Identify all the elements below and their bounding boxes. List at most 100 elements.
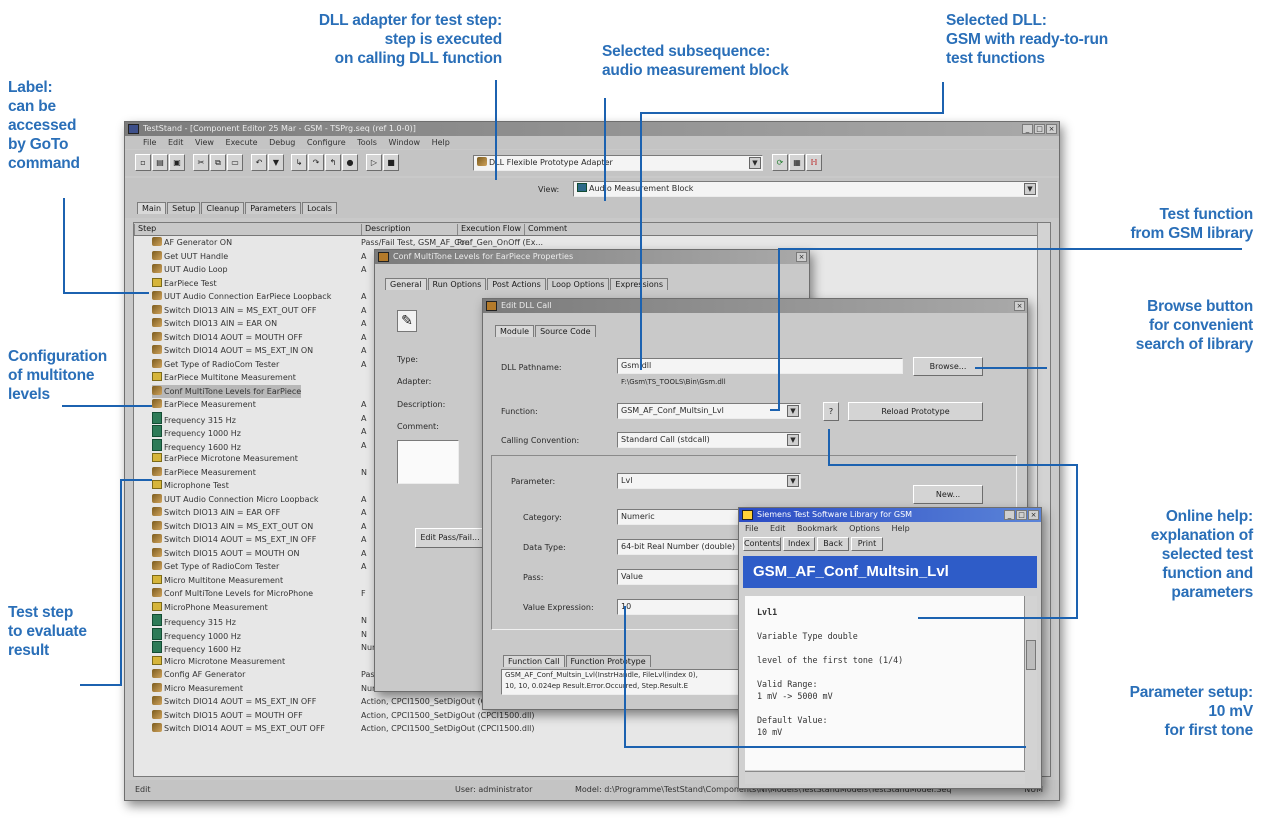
column-execution-flow[interactable]: Execution Flow [457,224,521,235]
menu-configure[interactable]: Configure [307,136,346,149]
calling-convention-select[interactable]: Standard Call (stdcall) ▼ [617,432,801,448]
column-description[interactable]: Description [361,224,411,235]
step-into-icon[interactable]: ↳ [291,154,307,171]
value-expression-field[interactable]: 10 [617,599,747,615]
tree-icon[interactable]: ℍ [806,154,822,171]
column-step[interactable]: Step [134,224,156,235]
pass-select[interactable]: Value [617,569,747,585]
cut-icon[interactable]: ✂ [193,154,209,171]
help-menu-file[interactable]: File [745,523,758,535]
close-icon[interactable]: × [796,252,807,262]
comment-field[interactable] [397,440,459,484]
function-select[interactable]: GSM_AF_Conf_Multsin_Lvl ▼ [617,403,801,419]
chevron-down-icon[interactable]: ▼ [787,434,799,446]
step-description: N [361,467,367,477]
edit-pass-fail-button[interactable]: Edit Pass/Fail... [415,528,485,548]
action-icon [152,709,162,719]
reload-prototype-button[interactable]: Reload Prototype [848,402,983,421]
menu-view[interactable]: View [195,136,214,149]
help-line [757,642,1013,654]
help-scrollbar[interactable] [1024,596,1037,770]
step-name: UUT Audio Loop [152,263,228,277]
tab-loop-options[interactable]: Loop Options [546,278,610,290]
close-icon[interactable]: × [1028,510,1039,520]
category-select[interactable]: Numeric [617,509,747,525]
adapter-select[interactable]: DLL Flexible Prototype Adapter ▼ [473,155,763,171]
menu-execute[interactable]: Execute [226,136,258,149]
paste-icon[interactable]: ▭ [227,154,243,171]
action-icon [152,237,162,246]
column-comment[interactable]: Comment [524,224,567,235]
menu-help[interactable]: Help [432,136,450,149]
tab-general[interactable]: General [385,278,427,290]
stop-icon[interactable]: ■ [383,154,399,171]
help-index-button[interactable]: Index [783,537,815,551]
dialog-icon [378,252,389,262]
help-body: Lvl1 Variable Type double level of the fir… [745,596,1025,770]
help-back-button[interactable]: Back [817,537,849,551]
tab-source-code[interactable]: Source Code [535,325,596,337]
chevron-down-icon[interactable]: ▼ [1024,183,1036,195]
minimize-icon[interactable]: _ [1004,510,1015,520]
dialog-icon [486,301,497,311]
function-help-button[interactable]: ? [823,402,839,421]
help-menu-options[interactable]: Options [849,523,880,535]
view-select[interactable]: Audio Measurement Block ▼ [573,181,1038,197]
browse-button[interactable]: Browse... [913,357,983,376]
close-icon[interactable]: × [1046,124,1057,134]
undo-icon[interactable]: ↶ [251,154,267,171]
tab-locals[interactable]: Locals [302,202,337,214]
leader-parameter-h [624,746,1026,748]
help-menu-bookmark[interactable]: Bookmark [797,523,838,535]
menu-debug[interactable]: Debug [269,136,295,149]
data-type-select[interactable]: 64-bit Real Number (double) [617,539,747,555]
menu-tools[interactable]: Tools [357,136,377,149]
chevron-down-icon[interactable]: ▼ [787,405,799,417]
step-over-icon[interactable]: ↷ [308,154,324,171]
tab-setup[interactable]: Setup [167,202,201,214]
step-out-icon[interactable]: ↰ [325,154,341,171]
scroll-thumb[interactable] [1026,640,1036,670]
description-label: Description: [397,400,446,409]
tab-main[interactable]: Main [137,202,167,214]
breakpoint-icon[interactable]: ● [342,154,358,171]
help-hscrollbar[interactable] [745,771,1025,784]
grid-icon[interactable]: ▦ [789,154,805,171]
maximize-icon[interactable]: □ [1016,510,1027,520]
tab-module[interactable]: Module [495,325,535,337]
maximize-icon[interactable]: □ [1034,124,1045,134]
dll-pathname-field[interactable]: Gsm.dll [617,358,903,374]
new-icon[interactable]: ▫ [135,154,151,171]
tab-cleanup[interactable]: Cleanup [201,202,245,214]
tab-post-actions[interactable]: Post Actions [487,278,546,290]
menu-file[interactable]: File [143,136,156,149]
open-icon[interactable]: ▤ [152,154,168,171]
leader-selected-dll-h [640,112,944,114]
step-description: A [361,292,367,301]
chevron-down-icon[interactable]: ▼ [787,475,799,487]
help-menu-edit[interactable]: Edit [770,523,786,535]
close-icon[interactable]: × [1014,301,1025,311]
save-icon[interactable]: ▣ [169,154,185,171]
refresh-icon[interactable]: ⟳ [772,154,788,171]
help-print-button[interactable]: Print [851,537,883,551]
chevron-down-icon[interactable]: ▼ [749,157,761,169]
tab-run-options[interactable]: Run Options [427,278,487,290]
action-icon [152,250,162,260]
tab-function-call[interactable]: Function Call [503,655,565,667]
tab-parameters[interactable]: Parameters [245,202,302,214]
minimize-icon[interactable]: _ [1022,124,1033,134]
menu-edit[interactable]: Edit [168,136,184,149]
copy-icon[interactable]: ⧉ [210,154,226,171]
status-mode: Edit [135,785,151,794]
step-description: A [361,332,367,342]
tab-function-prototype[interactable]: Function Prototype [565,655,651,667]
help-contents-button[interactable]: Contents [743,537,781,551]
help-menu-help[interactable]: Help [891,523,909,535]
new-parameter-button[interactable]: New... [913,485,983,504]
run-icon[interactable]: ▷ [366,154,382,171]
action-icon [152,304,162,314]
parameter-select[interactable]: Lvl ▼ [617,473,801,489]
filter-icon[interactable]: ▼ [268,154,284,171]
menu-window[interactable]: Window [389,136,421,149]
